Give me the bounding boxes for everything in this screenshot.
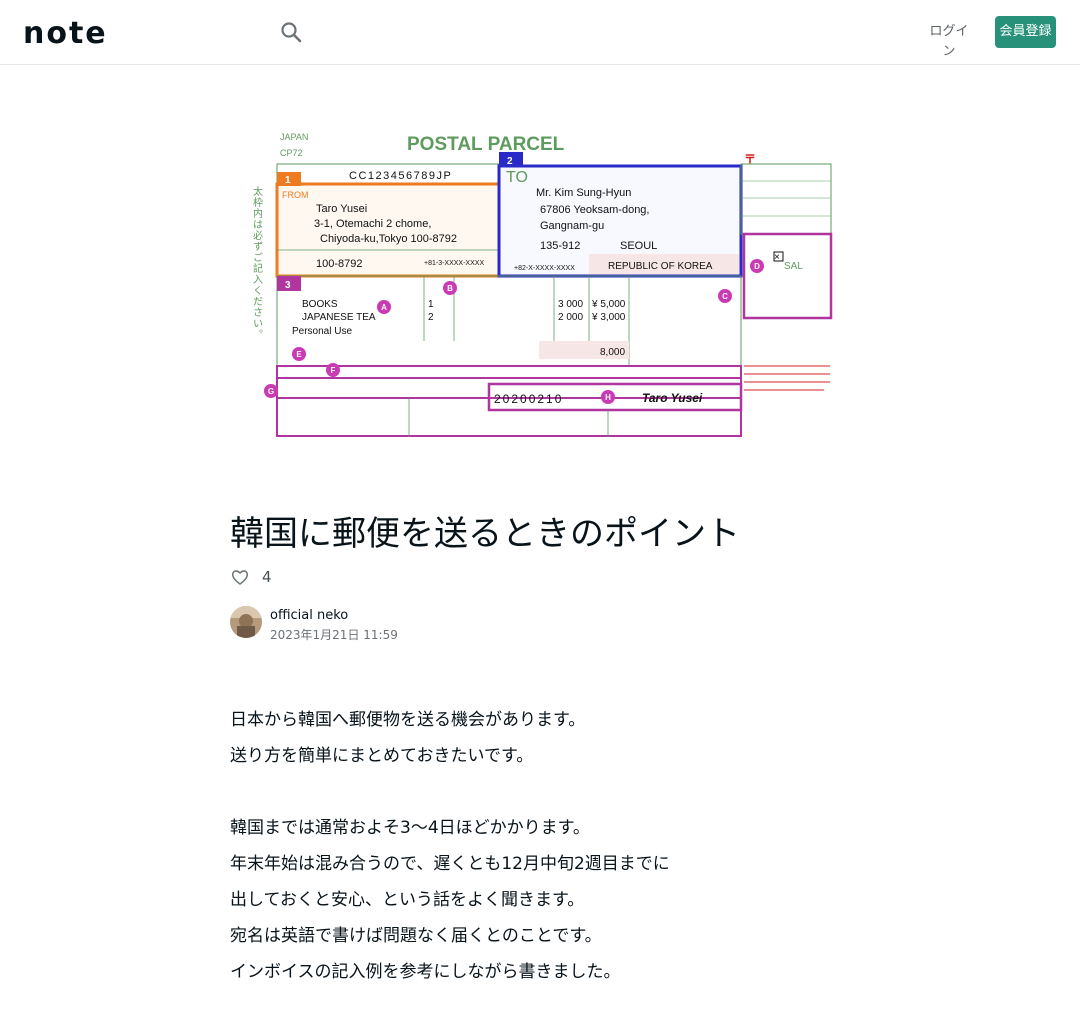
hero-image: JAPAN CP72 POSTAL PARCEL 〒 太枠内は必ずご記入ください… — [244, 126, 836, 437]
recipient-phone: +82-X-XXXX-XXXX — [514, 265, 575, 272]
svg-text:1: 1 — [285, 175, 291, 186]
form-code: CP72 — [280, 148, 303, 158]
svg-text:A: A — [381, 303, 387, 312]
svg-text:H: H — [605, 393, 611, 402]
sender-phone: +81-3-XXXX-XXXX — [424, 260, 484, 267]
svg-text:2: 2 — [507, 156, 513, 167]
paragraph: 宛名は英語で書けば問題なく届くとのことです。 — [230, 926, 602, 946]
article-body: 日本から韓国へ郵便物を送る機会があります。 送り方を簡単にまとめておきたいです。… — [230, 702, 850, 990]
svg-text:SAL: SAL — [784, 261, 803, 272]
sender-postcode: 100-8792 — [316, 258, 363, 270]
svg-text:FROM: FROM — [282, 190, 309, 200]
paragraph: 日本から韓国へ郵便物を送る機会があります。 — [230, 710, 586, 730]
recipient-address-2: Gangnam-gu — [540, 220, 604, 232]
svg-text:2: 2 — [428, 312, 434, 323]
form-date: 20200210 — [494, 392, 563, 406]
svg-text:3 000: 3 000 — [558, 299, 583, 310]
svg-text:C: C — [722, 292, 728, 301]
svg-text:TO: TO — [506, 169, 528, 186]
site-header: note ログイン 会員登録 — [0, 0, 1080, 65]
sender-address-1: 3-1, Otemachi 2 chome, — [314, 218, 431, 230]
signature: Taro Yusei — [642, 391, 703, 405]
item-1: BOOKS — [302, 299, 338, 310]
recipient-name: Mr. Kim Sung-Hyun — [536, 187, 631, 199]
svg-text:太枠内は必ずご記入ください。: 太枠内は必ずご記入ください。 — [251, 185, 263, 340]
svg-text:F: F — [331, 366, 336, 375]
svg-text:2 000: 2 000 — [558, 312, 583, 323]
total-value: 8,000 — [600, 347, 625, 358]
svg-text:E: E — [296, 350, 302, 359]
paragraph: 出しておくと安心、という話をよく聞きます。 — [230, 890, 585, 910]
paragraph: インボイスの記入例を参考にしながら書きました。 — [230, 962, 621, 982]
svg-text:1: 1 — [428, 299, 434, 310]
paragraph: 韓国までは通常およそ3〜4日ほどかかります。 — [230, 818, 590, 838]
heart-icon[interactable] — [230, 567, 250, 587]
recipient-city: SEOUL — [620, 240, 657, 252]
recipient-postcode: 135-912 — [540, 240, 580, 252]
article-title: 韓国に郵便を送るときのポイント — [230, 514, 740, 554]
signup-button[interactable]: 会員登録 — [995, 16, 1056, 48]
svg-text:¥ 5,000: ¥ 5,000 — [591, 299, 626, 310]
author-name[interactable]: official neko — [270, 608, 348, 623]
recipient-country: REPUBLIC OF KOREA — [608, 261, 713, 272]
recipient-address-1: 67806 Yeoksam-dong, — [540, 204, 649, 216]
note-logo[interactable]: note — [23, 19, 123, 45]
like-count: 4 — [262, 568, 272, 586]
item-3: Personal Use — [292, 326, 352, 337]
paragraph: 年末年始は混み合うので、遅くとも12月中旬2週目までに — [230, 854, 670, 874]
avatar[interactable] — [230, 606, 262, 638]
svg-text:¥ 3,000: ¥ 3,000 — [591, 312, 626, 323]
form-title: POSTAL PARCEL — [407, 134, 565, 155]
svg-text:3: 3 — [285, 280, 291, 291]
like-row: 4 — [230, 566, 272, 588]
svg-text:B: B — [447, 284, 453, 293]
svg-text:note: note — [23, 19, 108, 45]
svg-text:×: × — [774, 252, 780, 263]
sender-address-2: Chiyoda-ku,Tokyo 100-8792 — [320, 233, 457, 245]
svg-text:D: D — [754, 262, 760, 271]
post-date: 2023年1月21日 11:59 — [270, 628, 398, 642]
search-icon[interactable] — [279, 20, 305, 46]
item-2: JAPANESE TEA — [302, 312, 376, 323]
paragraph: 送り方を簡単にまとめておきたいです。 — [230, 746, 534, 766]
form-country: JAPAN — [280, 132, 308, 142]
svg-text:G: G — [268, 387, 274, 396]
tracking-number: CC123456789JP — [349, 170, 452, 182]
login-link[interactable]: ログイン — [924, 22, 974, 59]
sender-name: Taro Yusei — [316, 203, 367, 215]
